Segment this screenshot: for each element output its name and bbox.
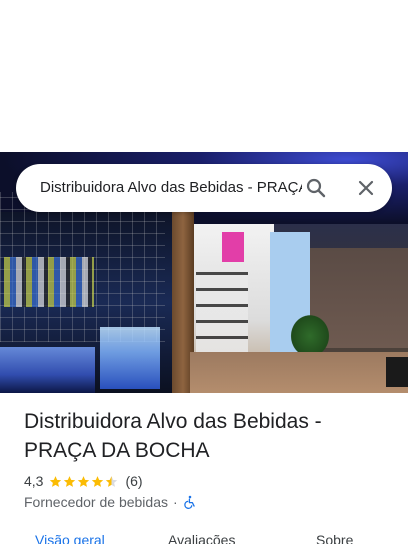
- wheelchair-icon: [183, 495, 197, 509]
- map-blank-area: [0, 0, 408, 152]
- photo-shelf: [4, 257, 94, 307]
- separator-dot: ·: [173, 494, 178, 510]
- tab-about[interactable]: Sobre: [316, 532, 353, 544]
- place-title: Distribuidora Alvo das Bebidas - PRAÇA D…: [24, 410, 322, 462]
- photo-fridge-left: [0, 347, 95, 393]
- star-icon: [50, 475, 62, 487]
- search-bar[interactable]: Distribuidora Alvo das Bebidas - PRAÇA D…: [16, 164, 392, 212]
- star-icon: [78, 475, 90, 487]
- photo-plant: [288, 312, 332, 352]
- review-count-link[interactable]: (6): [125, 473, 142, 489]
- tab-overview[interactable]: Visão geral: [35, 532, 105, 544]
- category-label[interactable]: Fornecedor de bebidas: [24, 494, 168, 510]
- photo-fridge: [100, 327, 160, 389]
- photo-pink-sign: [222, 232, 244, 262]
- category-row: Fornecedor de bebidas ·: [24, 492, 197, 512]
- star-rating: [49, 475, 119, 488]
- close-icon[interactable]: [354, 176, 378, 200]
- search-icon[interactable]: [304, 176, 328, 200]
- place-tabs: Visão geral Avaliações Sobre: [0, 524, 408, 544]
- star-icon: [92, 475, 104, 487]
- rating-value: 4,3: [24, 473, 44, 489]
- photo-bin: [386, 357, 408, 387]
- tab-reviews[interactable]: Avaliações: [168, 532, 235, 544]
- star-half-icon: [106, 475, 118, 487]
- photo-floor: [190, 352, 408, 393]
- rating-row: 4,3 (6): [24, 471, 143, 491]
- search-input[interactable]: Distribuidora Alvo das Bebidas - PRAÇA D…: [40, 164, 302, 212]
- star-icon: [64, 475, 76, 487]
